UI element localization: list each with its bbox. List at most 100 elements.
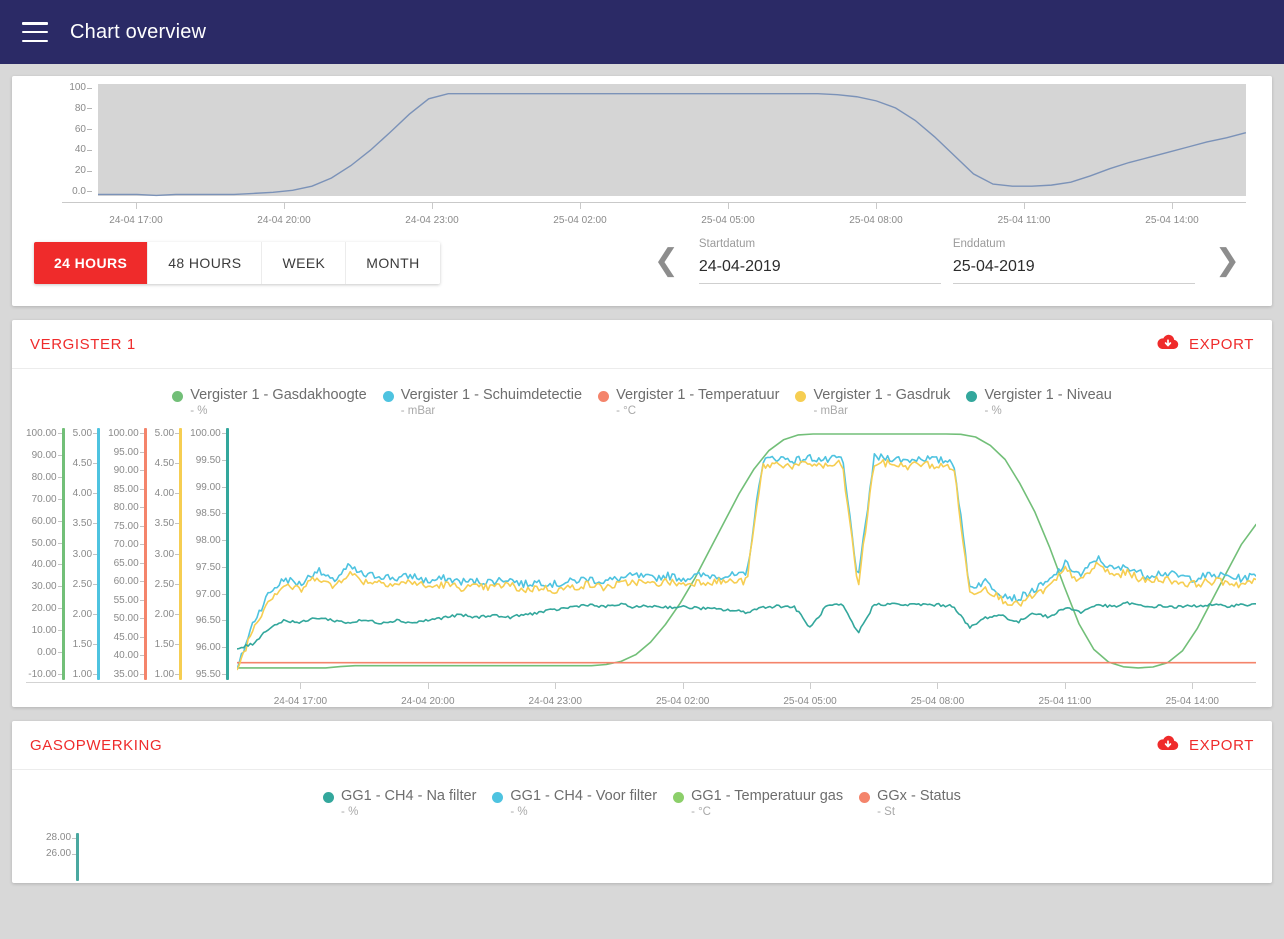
vergister-1-axis-1: 5.00 4.50 4.00 3.50 3.00 2.50 2.00 1.50 1.00: [72, 428, 101, 680]
end-date-field: Enddatum: [952, 238, 1195, 284]
overview-y-tick: 100: [69, 82, 92, 93]
legend-series-unit: - St: [877, 806, 896, 818]
axis-tick: 70.00: [31, 493, 62, 505]
overview-x-tick: 24-04 23:00: [358, 203, 506, 226]
vergister-1-panel-header: VERGISTER 1 EXPORT: [12, 320, 1272, 369]
overview-card: 100 80 60 40 20 0.0 24-04 17:00 24-04 20…: [12, 76, 1272, 306]
overview-y-tick: 60: [74, 123, 93, 135]
end-date-input[interactable]: [952, 256, 1195, 284]
overview-x-tick: 24-04 20:00: [210, 203, 358, 226]
axis-tick-labels: 5.00 4.50 4.00 3.50 3.00 2.50 2.00 1.50 1.00: [154, 428, 180, 680]
range-button-week[interactable]: WEEK: [262, 242, 347, 284]
legend-series-name: GG1 - CH4 - Na filter: [341, 788, 477, 804]
range-button-24-hours[interactable]: 24 HOURS: [34, 242, 149, 284]
overview-y-tick: 20: [74, 165, 93, 177]
vergister-1-legend-item[interactable]: Vergister 1 - Niveau - %: [966, 387, 1112, 418]
overview-plot-area[interactable]: [98, 84, 1246, 196]
legend-color-dot: [323, 792, 335, 803]
vergister-1-legend-item[interactable]: Vergister 1 - Schuimdetectie - mBar: [382, 387, 582, 418]
legend-series-unit: - °C: [616, 405, 637, 417]
app-header: Chart overview: [0, 0, 1284, 64]
vergister-1-chart: 100.00 90.00 80.00 70.00 60.00 50.00 40.00 30.0…: [12, 422, 1272, 680]
x-axis-tick: 25-04 08:00: [874, 683, 1001, 707]
overview-x-tick: 25-04 11:00: [950, 203, 1098, 226]
axis-line: [143, 428, 147, 680]
gasopwerking-y-axis: 28.00 26.00: [46, 833, 1256, 881]
axis-tick: 70.00: [113, 539, 144, 551]
range-button-month[interactable]: MONTH: [346, 242, 440, 284]
gasopwerking-legend: GG1 - CH4 - Na filter - % GG1 - CH4 - Voor…: [12, 770, 1272, 823]
vergister-1-plot-area[interactable]: [237, 428, 1256, 680]
legend-color-dot: [382, 391, 394, 402]
axis-tick-labels: 100.00 95.00 90.00 85.00 80.00 75.00 70.00 65.0…: [108, 428, 144, 680]
overview-line-chart: [98, 84, 1246, 213]
gasopwerking-export-label: EXPORT: [1188, 736, 1254, 754]
axis-tick: 2.50: [72, 578, 98, 590]
gasopwerking-panel-header: GASOPWERKING EXPORT: [12, 721, 1272, 770]
axis-tick: 3.00: [154, 548, 180, 560]
vergister-1-axis-2: 100.00 95.00 90.00 85.00 80.00 75.00 70.00 65.0…: [108, 428, 147, 680]
cloud-download-icon: [1157, 735, 1179, 755]
chevron-right-icon[interactable]: ❯: [1201, 246, 1254, 276]
axis-tick: 1.50: [72, 638, 98, 650]
page-title: Chart overview: [70, 20, 207, 43]
legend-series-name: GGx - Status: [877, 788, 961, 804]
legend-series-name: Vergister 1 - Gasdruk: [813, 387, 951, 403]
overview-x-tick: 25-04 14:00: [1098, 203, 1246, 226]
gasopwerking-legend-item[interactable]: GG1 - Temperatuur gas - °C: [673, 788, 843, 819]
axis-tick: 3.50: [154, 518, 180, 530]
legend-series-name: Vergister 1 - Temperatuur: [616, 387, 780, 403]
controls-row: 24 HOURS 48 HOURS WEEK MONTH ❮ Startdatu…: [22, 224, 1262, 296]
vergister-1-export-button[interactable]: EXPORT: [1157, 334, 1254, 354]
gasopwerking-legend-item[interactable]: GG1 - CH4 - Na filter - %: [323, 788, 476, 819]
axis-tick: 95.50: [195, 668, 226, 680]
axis-tick: 98.00: [195, 535, 226, 547]
gasopwerking-plot-area[interactable]: [79, 833, 1256, 881]
axis-tick: 10.00: [31, 625, 62, 637]
axis-line: [61, 428, 65, 680]
axis-tick: 95.00: [113, 446, 144, 458]
legend-color-dot: [795, 391, 807, 402]
start-date-input[interactable]: [698, 256, 941, 284]
gasopwerking-legend-item[interactable]: GG1 - CH4 - Voor filter - %: [492, 788, 657, 819]
axis-tick: 85.00: [113, 483, 144, 495]
legend-series-unit: - °C: [691, 806, 711, 818]
axis-tick-labels: 5.00 4.50 4.00 3.50 3.00 2.50 2.00 1.50 1.00: [72, 428, 98, 680]
chevron-left-icon[interactable]: ❮: [640, 246, 693, 276]
overview-y-axis: 100 80 60 40 20 0.0: [22, 82, 94, 196]
axis-tick: 2.50: [154, 578, 180, 590]
hamburger-menu-icon[interactable]: [22, 22, 48, 42]
axis-tick: 4.00: [154, 488, 180, 500]
axis-tick: 3.00: [72, 548, 98, 560]
vergister-1-legend: Vergister 1 - Gasdakhoogte - % Vergister 1…: [12, 369, 1272, 422]
axis-tick: 45.00: [113, 631, 144, 643]
axis-tick: 80.00: [31, 471, 62, 483]
axis-tick: 100.00: [26, 428, 62, 439]
x-axis-tick: 25-04 11:00: [1001, 683, 1128, 707]
axis-tick: 2.00: [72, 608, 98, 620]
overview-chart: 100 80 60 40 20 0.0 24-04 17:00 24-04 20…: [22, 82, 1262, 226]
gasopwerking-legend-item[interactable]: GGx - Status - St: [859, 788, 961, 819]
axis-tick: 4.50: [154, 458, 180, 470]
axis-tick: 4.50: [72, 458, 98, 470]
axis-tick: 28.00: [46, 832, 77, 843]
vergister-1-legend-item[interactable]: Vergister 1 - Gasdakhoogte - %: [172, 387, 367, 418]
vergister-1-chart-inner: 100.00 90.00 80.00 70.00 60.00 50.00 40.00 30.0…: [26, 428, 1256, 680]
vergister-1-line-chart: [237, 428, 1256, 680]
legend-color-dot: [172, 391, 184, 402]
range-button-48-hours[interactable]: 48 HOURS: [148, 242, 263, 284]
end-date-label: Enddatum: [952, 238, 1006, 250]
axis-tick: 97.00: [195, 588, 226, 600]
vergister-1-legend-item[interactable]: Vergister 1 - Gasdruk - mBar: [795, 387, 950, 418]
axis-tick: -10.00: [28, 668, 63, 680]
axis-tick: 30.00: [31, 581, 62, 593]
axis-tick: 65.00: [113, 557, 144, 569]
axis-tick: 5.00: [154, 428, 180, 439]
axis-tick: 1.50: [154, 638, 180, 650]
axis-tick: 1.00: [154, 669, 180, 680]
axis-tick: 3.50: [72, 518, 98, 530]
gasopwerking-export-button[interactable]: EXPORT: [1157, 735, 1254, 755]
legend-series-unit: - %: [341, 806, 359, 818]
vergister-1-legend-item[interactable]: Vergister 1 - Temperatuur - °C: [598, 387, 779, 418]
axis-tick: 96.00: [195, 642, 226, 654]
